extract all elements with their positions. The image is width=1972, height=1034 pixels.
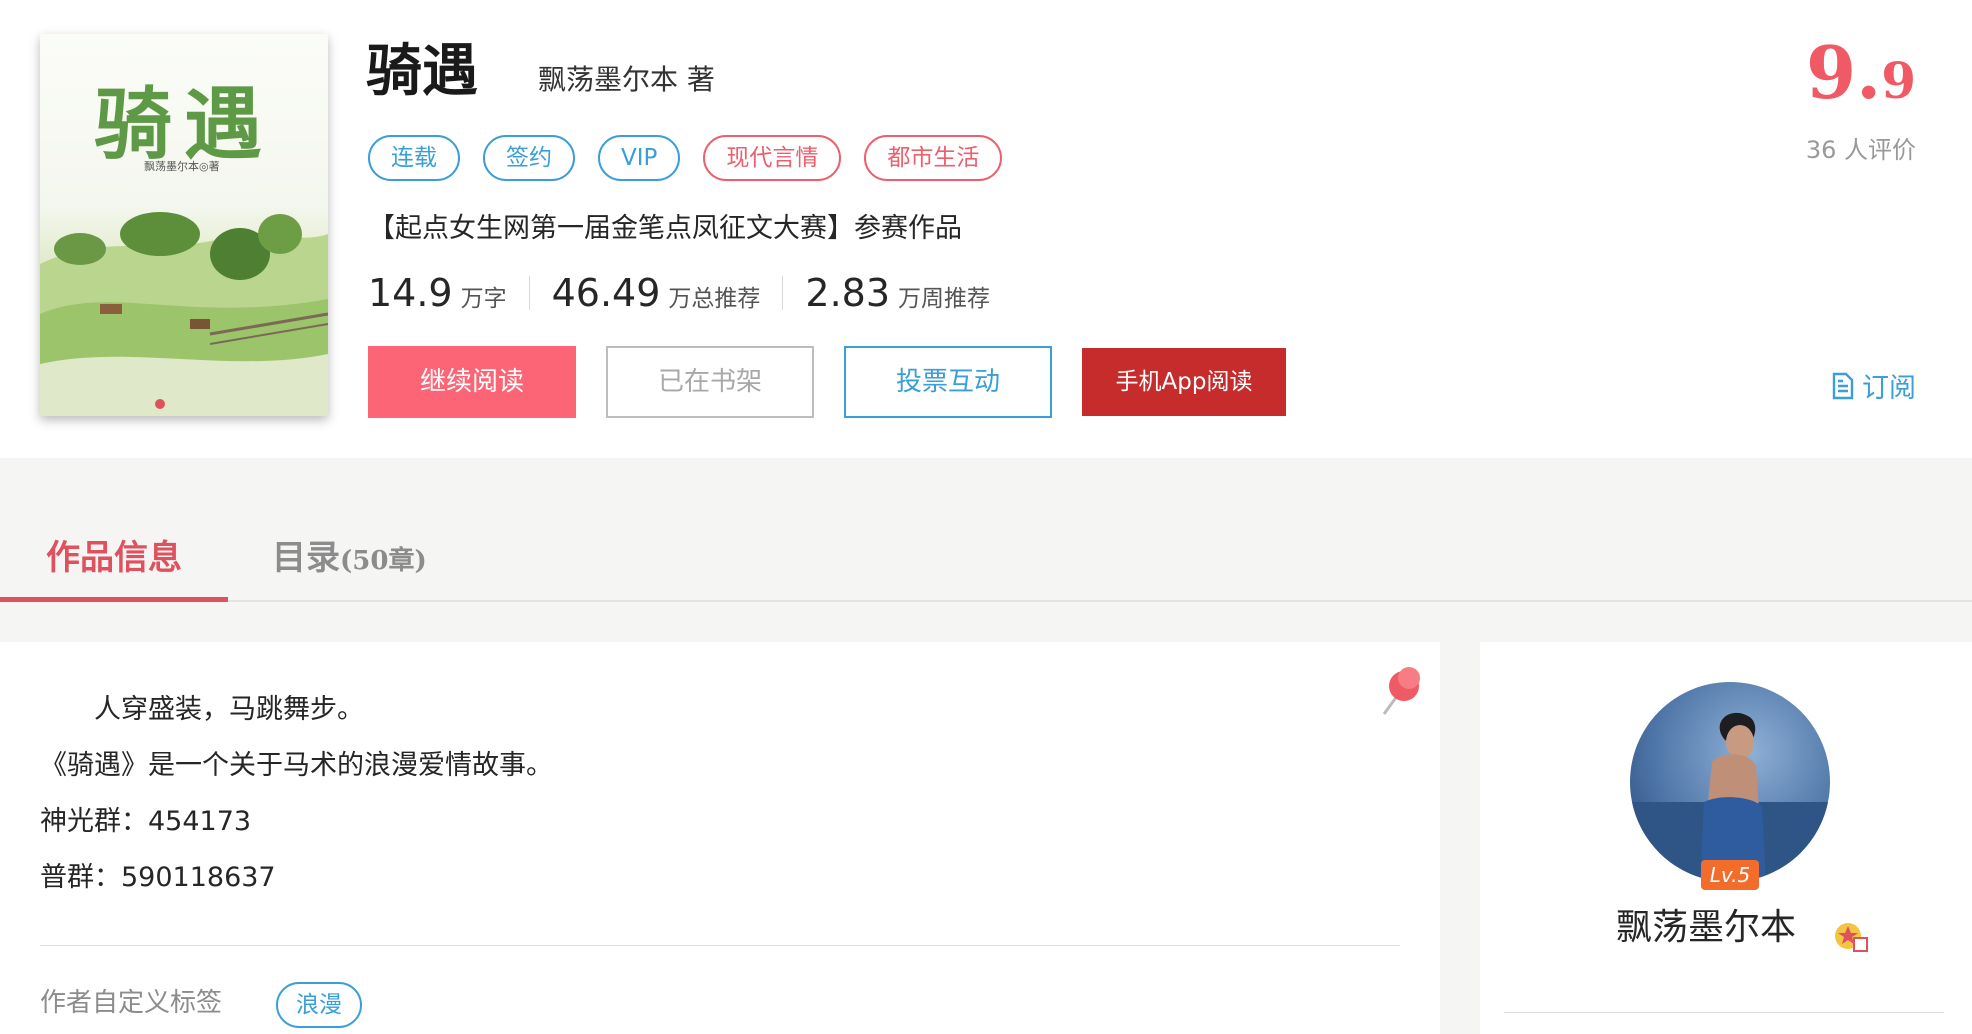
description-line: 普群：590118637 [40, 862, 276, 893]
cover-landscape-art [40, 212, 328, 416]
author-level-badge: Lv.5 [1701, 860, 1759, 890]
description-line: 人穿盛装，马跳舞步。 [40, 694, 364, 725]
author-name-text: 飘荡墨尔本 [1615, 907, 1796, 948]
tab-table-of-contents[interactable]: 目录(50章) [272, 520, 427, 602]
tab-toc-count: (50章) [340, 546, 427, 576]
vote-button[interactable]: 投票互动 [844, 346, 1052, 418]
tag-vip[interactable]: VIP [598, 135, 681, 181]
stat-weekly-recommend: 2.83 万周推荐 [805, 268, 990, 318]
description-line: 《骑遇》是一个关于马术的浪漫爱情故事。 [40, 750, 553, 781]
score-decimal: 9 [1881, 51, 1916, 110]
stat-divider [528, 276, 530, 310]
stat-unit: 万总推荐 [668, 286, 761, 312]
stat-value: 46.49 [551, 271, 661, 315]
book-intro: 【起点女生网第一届金笔点凤征文大赛】参赛作品 [368, 213, 962, 244]
stat-word-count: 14.9 万字 [368, 268, 507, 318]
stat-value: 14.9 [368, 271, 453, 315]
rating-score: 9.9 [1806, 30, 1916, 115]
book-title: 骑遇 [366, 39, 478, 104]
book-author[interactable]: 飘荡墨尔本 著 [538, 60, 715, 100]
custom-tags-label: 作者自定义标签 [40, 988, 223, 1018]
rating-count[interactable]: 36 人评价 [1806, 130, 1916, 165]
tag-serializing[interactable]: 连载 [368, 135, 460, 181]
tab-book-info[interactable]: 作品信息 [0, 520, 228, 602]
pushpin-icon [1382, 667, 1420, 715]
continue-reading-button[interactable]: 继续阅读 [368, 346, 576, 418]
author-avatar[interactable] [1630, 682, 1830, 882]
stat-divider [782, 276, 784, 310]
section-divider [40, 945, 1400, 946]
subscribe-label: 订阅 [1862, 373, 1916, 404]
on-shelf-button[interactable]: 已在书架 [606, 346, 814, 418]
document-icon [1832, 372, 1854, 399]
custom-tag-romance[interactable]: 浪漫 [276, 982, 362, 1028]
subscribe-link[interactable]: 订阅 [1832, 366, 1916, 405]
author-name[interactable]: 飘荡墨尔本 [1480, 904, 1972, 952]
book-header: 骑遇 飘荡墨尔本◎著 骑遇 飘荡墨尔本 著 连载 签约 VIP 现代言情 都市生… [0, 0, 1972, 458]
tab-toc-label: 目录 [272, 538, 340, 578]
avatar-photo [1630, 712, 1830, 882]
stat-unit: 万字 [460, 286, 507, 312]
description-line: 神光群：454173 [40, 806, 252, 837]
author-card-divider [1504, 1012, 1944, 1013]
stat-unit: 万周推荐 [898, 286, 991, 312]
stat-total-recommend: 46.49 万总推荐 [552, 268, 761, 318]
book-description-panel: 人穿盛装，马跳舞步。 《骑遇》是一个关于马术的浪漫爱情故事。 神光群：45417… [0, 642, 1440, 1034]
book-stats: 14.9 万字 46.49 万总推荐 2.83 万周推荐 [368, 268, 990, 318]
app-read-button[interactable]: 手机App阅读 [1082, 348, 1286, 416]
tag-modern-romance[interactable]: 现代言情 [703, 135, 842, 181]
author-card: Lv.5 飘荡墨尔本 [1480, 642, 1972, 1034]
tag-signed[interactable]: 签约 [483, 135, 575, 181]
tag-urban-life[interactable]: 都市生活 [864, 135, 1003, 181]
content-tabs: 作品信息 目录(50章) [0, 520, 1972, 602]
author-badge-icon [1835, 923, 1868, 952]
stat-value: 2.83 [805, 271, 891, 315]
score-integer: 9. [1806, 30, 1882, 115]
book-tags: 连载 签约 VIP 现代言情 都市生活 [368, 135, 1003, 181]
book-cover[interactable]: 骑遇 飘荡墨尔本◎著 [40, 34, 328, 416]
cover-author: 飘荡墨尔本◎著 [144, 160, 220, 173]
